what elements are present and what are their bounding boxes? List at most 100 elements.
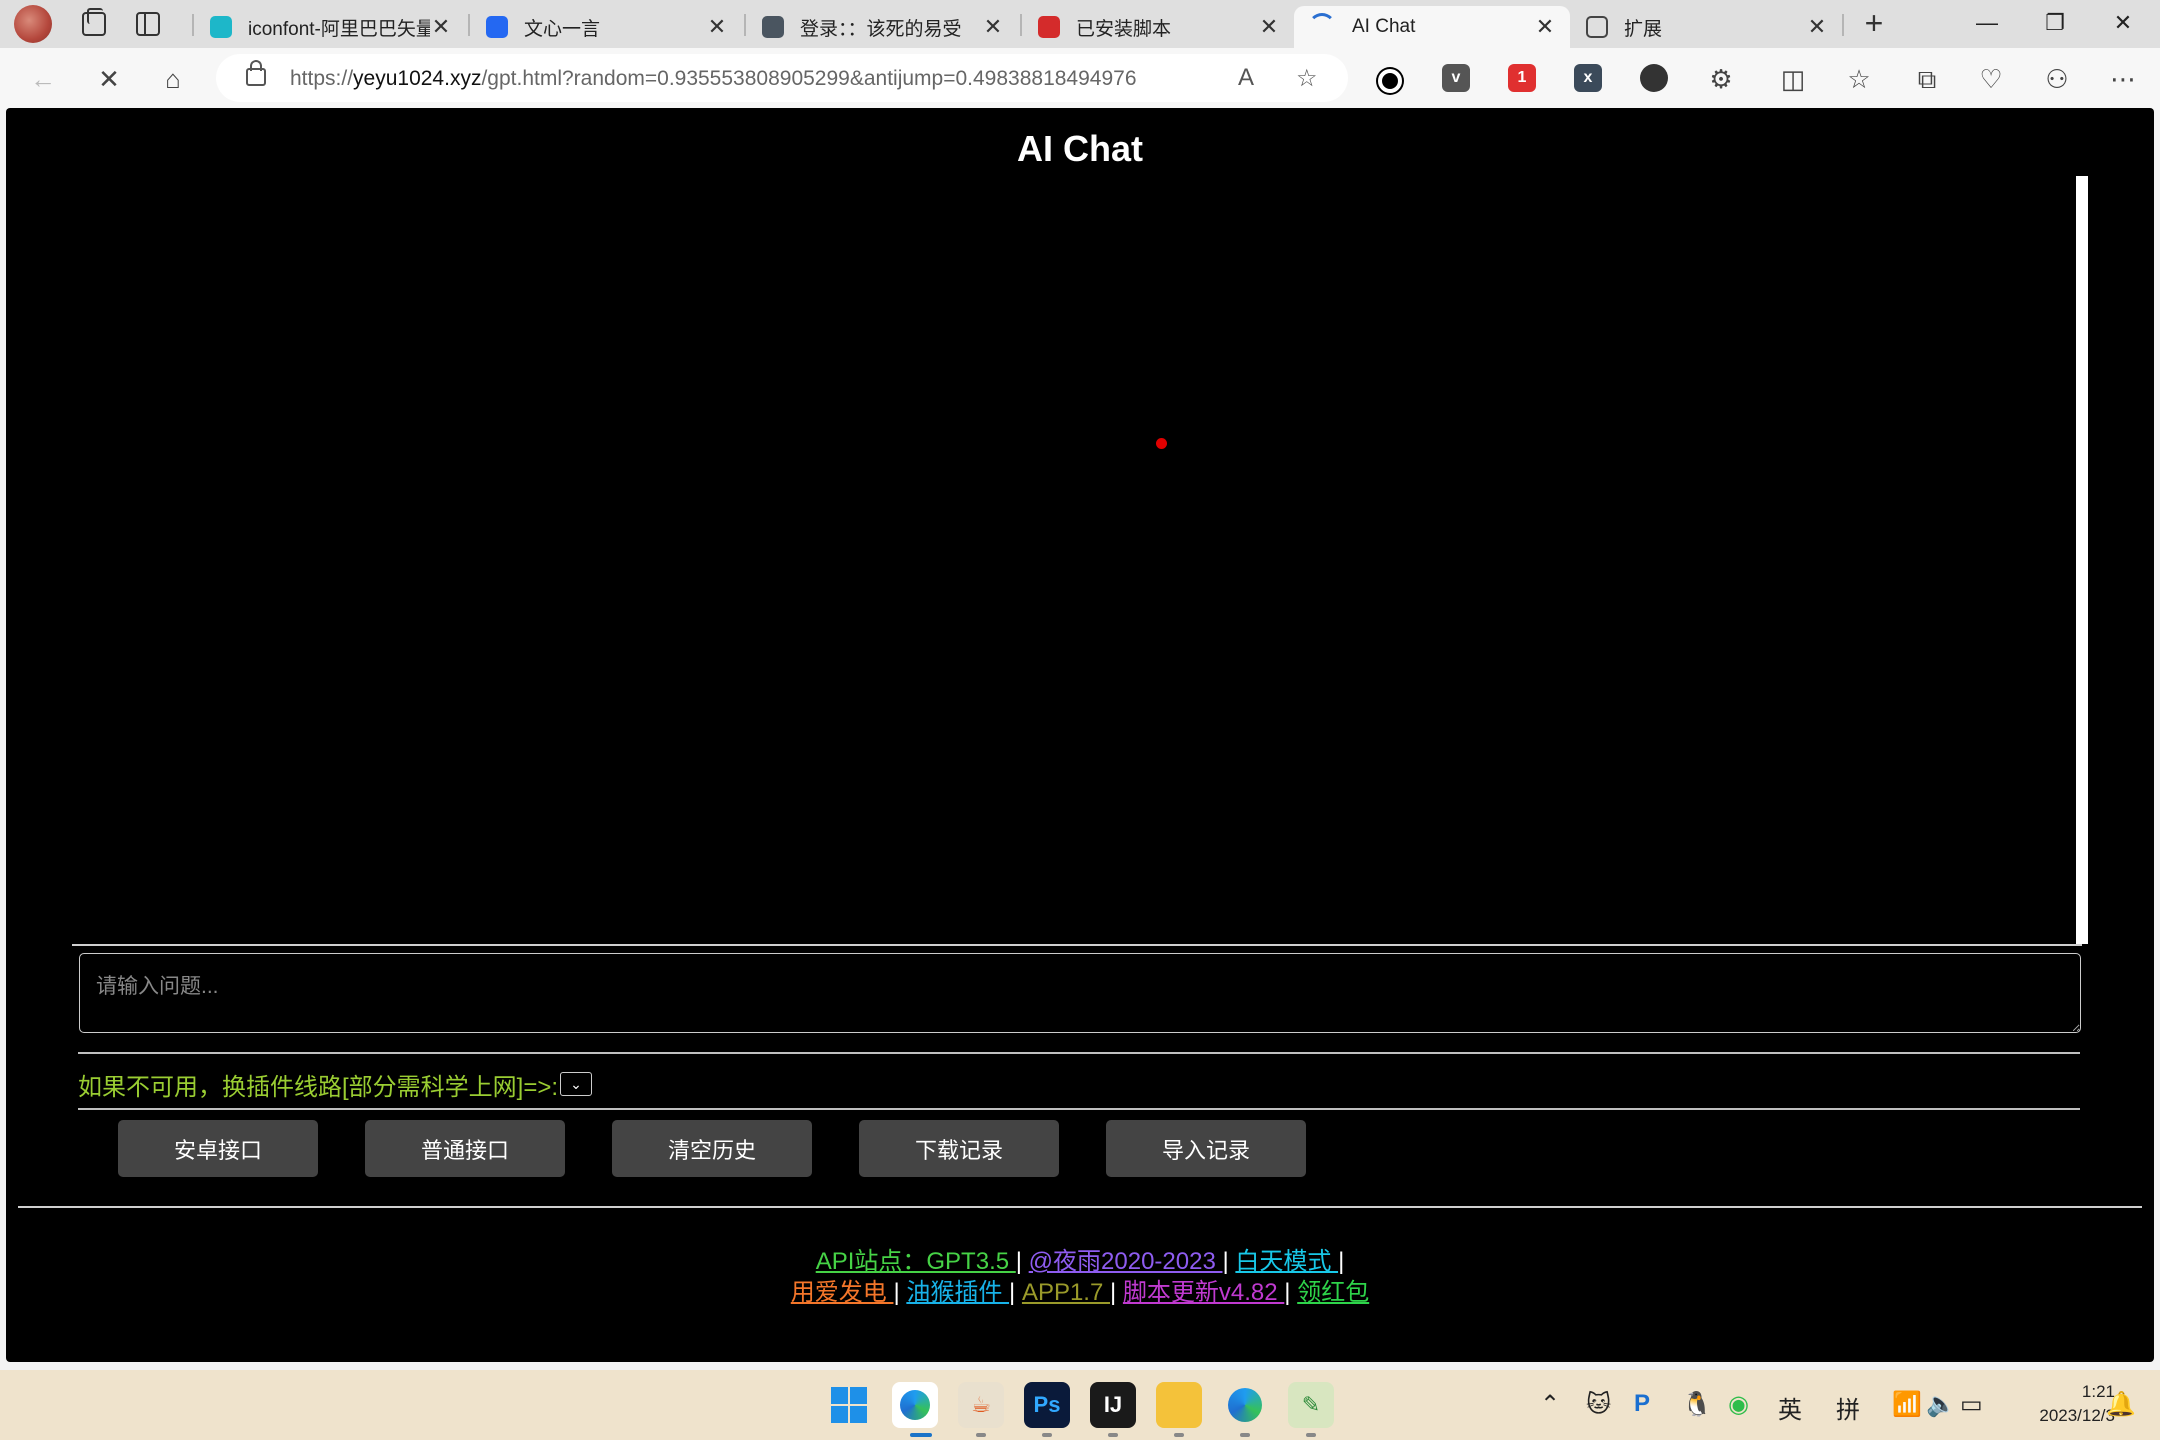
chat-scrollbar[interactable] [2076,176,2088,944]
running-indicator [1174,1433,1184,1437]
copilot-icon[interactable]: ⚇ [2038,60,2076,98]
tray-overflow-icon[interactable]: ⌃ [1540,1390,1560,1419]
favorite-star-icon[interactable]: ☆ [1296,64,1318,93]
tab-separator [1842,14,1844,36]
notification-bell-icon[interactable]: 🔔 [2106,1390,2136,1419]
app-link[interactable]: APP1.7 [1022,1279,1110,1306]
tab-login[interactable]: 登录：：该死的易受 ✕ [748,6,1018,48]
close-window-button[interactable]: ✕ [2090,0,2156,48]
new-tab-button[interactable]: + [1856,7,1892,42]
ime-mode-indicator[interactable]: 拼 [1836,1390,1860,1425]
userscript-link[interactable]: 油猴插件 [906,1279,1009,1306]
file-explorer-icon[interactable] [1156,1382,1202,1428]
browser-toolbar: ← ✕ ⌂ https://yeyu1024.xyz/gpt.html?rand… [0,48,2160,110]
vertical-tabs-icon[interactable] [136,12,160,36]
volume-icon[interactable]: 🔈 [1926,1390,1956,1419]
android-api-button[interactable]: 安卓接口 [118,1120,318,1177]
tampermonkey-extension-icon[interactable]: 1 [1508,64,1536,92]
lock-icon[interactable] [246,60,266,86]
clock-time: 1:21 [2081,1382,2115,1401]
page-title: AI Chat [1017,128,1143,169]
tab-separator [744,14,746,36]
tab-title: iconfont-阿里巴巴矢量 [248,18,430,40]
tab-extensions[interactable]: 扩展 ✕ [1572,6,1842,48]
clear-history-button[interactable]: 清空历史 [612,1120,812,1177]
close-icon[interactable]: ✕ [706,14,728,40]
minimize-button[interactable]: — [1954,0,2020,48]
divider [78,1052,2080,1054]
edge-dev-taskbar-icon[interactable] [1222,1382,1268,1428]
loading-spinner-icon [1308,13,1336,41]
start-windows-icon[interactable] [826,1382,872,1428]
workspaces-icon[interactable] [82,8,106,36]
system-clock[interactable]: 1:21 2023/12/3 [2005,1380,2115,1428]
download-records-button[interactable]: 下载记录 [859,1120,1059,1177]
question-input[interactable] [79,953,2081,1033]
tab-strip: iconfont-阿里巴巴矢量 ✕ 文心一言 ✕ 登录：：该死的易受 ✕ 已安装… [0,0,2160,48]
day-mode-link[interactable]: 白天模式 [1235,1248,1338,1275]
tab-title: 文心一言 [524,18,601,40]
wifi-icon[interactable]: 📶 [1892,1390,1922,1419]
edge-taskbar-icon[interactable] [892,1382,938,1428]
address-bar[interactable]: https://yeyu1024.xyz/gpt.html?random=0.9… [216,54,1348,102]
donate-link[interactable]: 用爱发电 [791,1279,894,1306]
split-screen-icon[interactable]: ◫ [1774,60,1812,98]
favorites-icon[interactable]: ☆ [1840,60,1878,98]
browser-essentials-icon[interactable]: ♡ [1972,60,2010,98]
photoshop-taskbar-icon[interactable]: Ps [1024,1382,1070,1428]
route-label: 如果不可用，换插件线路[部分需科学上网]=>: [78,1073,559,1101]
collections-icon[interactable]: ⧉ [1908,60,1946,98]
script-update-link[interactable]: 脚本更新v4.82 [1123,1279,1284,1306]
intellij-taskbar-icon[interactable]: IJ [1090,1382,1136,1428]
extensions-puzzle-icon[interactable]: ⚙ [1702,60,1740,98]
import-records-button[interactable]: 导入记录 [1106,1120,1306,1177]
tab-separator [1020,14,1022,36]
running-indicator [1306,1433,1316,1437]
tab-title: 扩展 [1624,18,1663,40]
home-icon[interactable]: ⌂ [154,60,192,98]
stop-loading-icon[interactable]: ✕ [90,60,128,98]
url-text[interactable]: https://yeyu1024.xyz/gpt.html?random=0.9… [290,67,1137,91]
qq-tray-icon[interactable]: 🐧 [1682,1390,1712,1419]
footer: API站点：GPT3.5 | @夜雨2020-2023 | 白天模式 | 用爱发… [6,1246,2154,1308]
v-extension-icon[interactable]: v [1442,64,1470,92]
notepad-taskbar-icon[interactable]: ✎ [1288,1382,1334,1428]
x-extension-icon[interactable]: x [1574,64,1602,92]
close-icon[interactable]: ✕ [430,14,452,40]
iconfont-favicon-icon [210,16,232,38]
close-icon[interactable]: ✕ [1806,14,1828,40]
api-site-link[interactable]: API站点：GPT3.5 [816,1248,1016,1275]
tab-ai-chat[interactable]: AI Chat ✕ [1294,6,1570,48]
tab-wenxin[interactable]: 文心一言 ✕ [472,6,742,48]
close-icon[interactable]: ✕ [1258,14,1280,40]
separator: | [893,1279,900,1306]
tab-iconfont[interactable]: iconfont-阿里巴巴矢量 ✕ [196,6,466,48]
close-icon[interactable]: ✕ [1534,14,1556,40]
windows-taskbar: ☕ Ps IJ ✎ ⌃ 🐱 P 🐧 ◉ 英 拼 📶 🔈 ▭ 1:21 2023/… [0,1370,2160,1440]
read-aloud-icon[interactable]: A [1238,64,1254,92]
profile-avatar[interactable] [14,5,52,43]
chat-history[interactable] [72,176,2082,946]
normal-api-button[interactable]: 普通接口 [365,1120,565,1177]
dark-extension-icon[interactable] [1640,64,1668,92]
author-link[interactable]: @夜雨2020-2023 [1029,1248,1223,1275]
route-select[interactable]: ⌄ [560,1072,593,1096]
tampermonkey-favicon-icon [1038,16,1060,38]
restore-button[interactable]: ❐ [2022,0,2088,48]
close-icon[interactable]: ✕ [982,14,1004,40]
cat-tray-icon[interactable]: 🐱 [1586,1390,1611,1419]
footer-line-2: 用爱发电 | 油猴插件 | APP1.7 | 脚本更新v4.82 | 领红包 [6,1277,2154,1308]
puzzle-icon [1586,16,1608,38]
battery-icon[interactable]: ▭ [1960,1390,1983,1419]
java-taskbar-icon[interactable]: ☕ [958,1382,1004,1428]
route-row: 如果不可用，换插件线路[部分需科学上网]=>: ⌄ [78,1064,593,1104]
action-buttons: 安卓接口 普通接口 清空历史 下载记录 导入记录 [118,1120,1306,1177]
tab-installed-scripts[interactable]: 已安装脚本 ✕ [1024,6,1294,48]
record-extension-icon[interactable] [1378,69,1402,93]
red-packet-link[interactable]: 领红包 [1297,1279,1369,1306]
ime-lang-indicator[interactable]: 英 [1778,1390,1802,1425]
back-arrow-icon[interactable]: ← [24,60,62,98]
p-tray-icon[interactable]: P [1634,1390,1650,1418]
wechat-tray-icon[interactable]: ◉ [1728,1390,1749,1419]
more-menu-icon[interactable]: ⋯ [2104,60,2142,98]
